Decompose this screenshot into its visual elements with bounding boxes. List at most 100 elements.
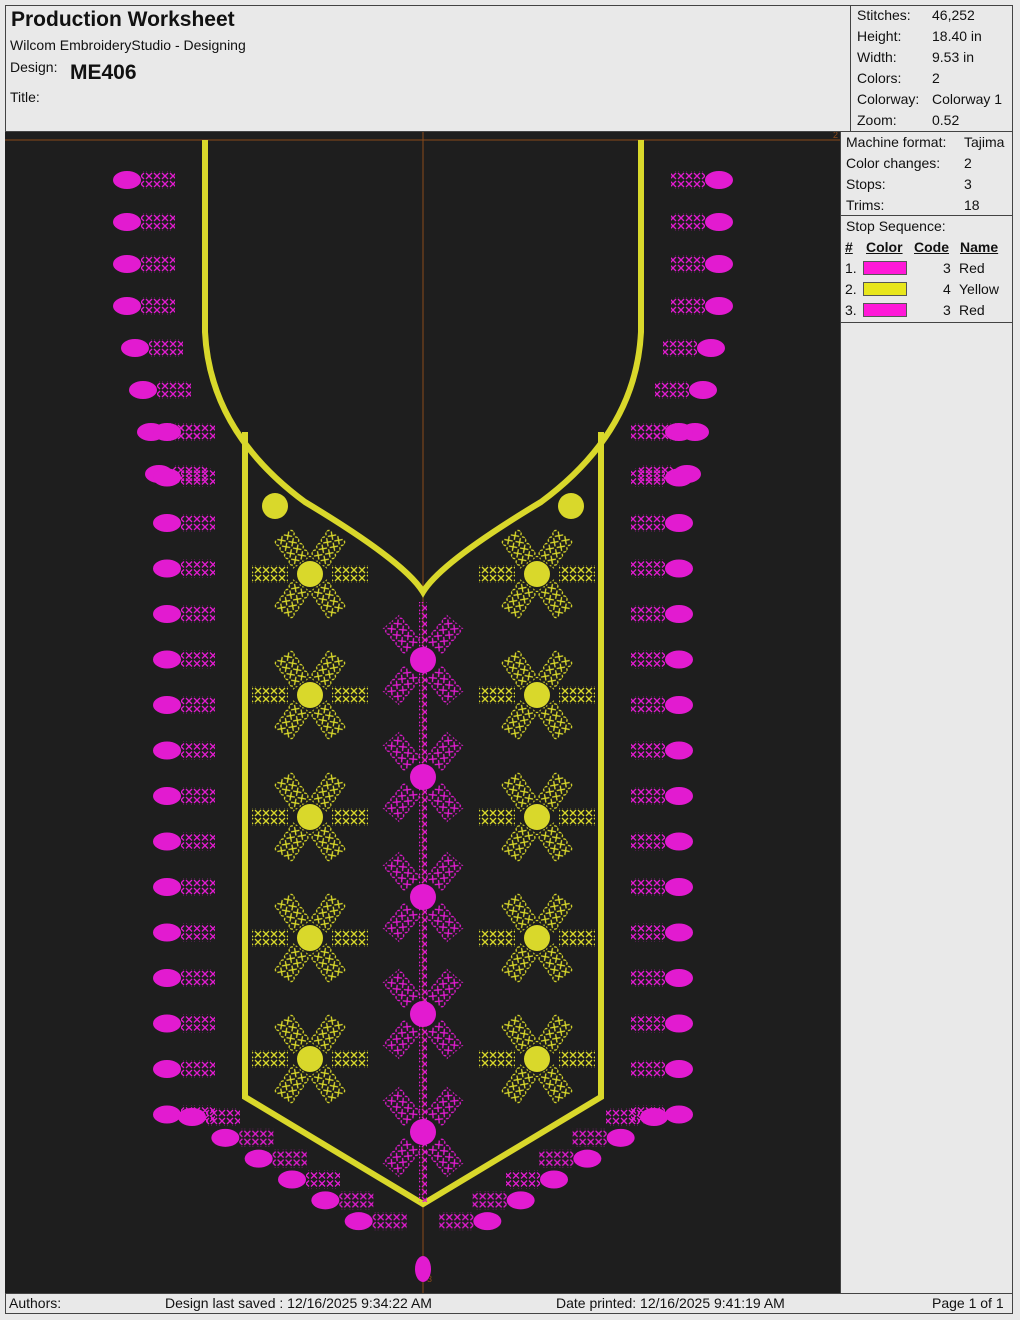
magenta-drop-motif xyxy=(344,1212,407,1231)
magenta-drop-motif xyxy=(572,1128,635,1147)
trims-label: Trims: xyxy=(846,197,885,213)
stops-label: Stops: xyxy=(846,176,886,192)
magenta-drop-motif xyxy=(311,1191,374,1210)
design-name: ME406 xyxy=(70,61,137,84)
machine-format-label: Machine format: xyxy=(846,134,947,150)
magenta-drop-motif xyxy=(631,514,693,532)
magenta-drop-motif xyxy=(631,969,693,987)
magenta-drop-motif xyxy=(153,923,215,942)
machine-format-value: Tajima xyxy=(964,134,1005,150)
magenta-drop-motif xyxy=(671,297,733,315)
yellow-flower-motif xyxy=(479,1013,595,1105)
magenta-drop-motif xyxy=(631,741,693,760)
stop-3-code: 3 xyxy=(943,302,951,318)
magenta-drop-motif xyxy=(113,171,175,189)
embroidery-design-drawing: 2 3 xyxy=(5,132,840,1293)
guide-marker-top: 2 xyxy=(833,132,838,140)
worksheet-header: Production Worksheet Wilcom EmbroiderySt… xyxy=(5,5,851,132)
magenta-drop-motif xyxy=(631,559,693,578)
stop-3-num: 3. xyxy=(845,302,857,318)
magenta-drop-motif xyxy=(153,1014,215,1033)
magenta-drop-motif xyxy=(153,1060,215,1078)
stop-sequence-label: Stop Sequence: xyxy=(846,218,946,234)
magenta-drop-motif xyxy=(153,878,215,896)
yellow-flower-motif xyxy=(479,528,595,620)
stops-value: 3 xyxy=(964,176,972,192)
design-label: Design: xyxy=(10,59,58,75)
stop-1-code: 3 xyxy=(943,260,951,276)
yellow-flower-motif xyxy=(252,771,368,863)
magenta-drop-motif xyxy=(153,559,215,578)
col-header-num: # xyxy=(845,239,853,255)
date-printed: Date printed: 12/16/2025 9:41:19 AM xyxy=(556,1295,785,1311)
magenta-drop-motif xyxy=(631,1060,693,1078)
page-number: Page 1 of 1 xyxy=(932,1295,1004,1311)
magenta-drop-motif xyxy=(113,255,175,273)
magenta-drop-motif xyxy=(539,1149,602,1168)
col-header-name: Name xyxy=(960,239,999,255)
magenta-drop-motif xyxy=(113,297,175,315)
magenta-drop-motif xyxy=(631,832,693,851)
stat-stitches-label: Stitches: xyxy=(857,7,911,23)
magenta-drop-motif xyxy=(631,923,693,942)
magenta-drop-motif xyxy=(153,787,215,805)
yellow-flower-motif xyxy=(252,528,368,620)
magenta-drop-motif xyxy=(153,514,215,532)
color-changes-label: Color changes: xyxy=(846,155,941,171)
magenta-drop-motif xyxy=(153,650,215,669)
yellow-flower-motif xyxy=(479,771,595,863)
col-header-code: Code xyxy=(914,239,949,255)
magenta-drop-motif xyxy=(439,1212,502,1231)
magenta-drop-motif xyxy=(278,1170,340,1189)
magenta-drop-motif xyxy=(178,1108,240,1126)
stat-zoom-label: Zoom: xyxy=(857,112,897,128)
magenta-drop-motif xyxy=(153,423,215,441)
stop-1-num: 1. xyxy=(845,260,857,276)
magenta-drop-motif xyxy=(631,878,693,896)
title-label: Title: xyxy=(10,89,40,105)
yellow-flower-motif xyxy=(479,892,595,984)
magenta-drop-motif xyxy=(472,1191,535,1210)
magenta-drop-motif xyxy=(671,255,733,273)
magenta-drop-motif xyxy=(153,741,215,760)
yellow-flower-motif xyxy=(252,649,368,741)
yellow-flower-motif xyxy=(252,1013,368,1105)
color-changes-value: 2 xyxy=(964,155,972,171)
stat-colors-label: Colors: xyxy=(857,70,902,86)
magenta-drop-motif xyxy=(129,381,191,399)
col-header-color: Color xyxy=(866,239,903,255)
worksheet-title: Production Worksheet xyxy=(11,8,235,31)
magenta-drop-motif xyxy=(671,213,733,231)
magenta-drop-motif xyxy=(671,171,733,189)
stat-width-value: 9.53 in xyxy=(932,49,975,65)
trims-value: 18 xyxy=(964,197,980,213)
magenta-drop-motif xyxy=(244,1149,307,1168)
last-saved: Design last saved : 12/16/2025 9:34:22 A… xyxy=(165,1295,432,1311)
design-stats: Stitches: 46,252 Height: 18.40 in Width:… xyxy=(851,5,1013,132)
stop-2-name: Yellow xyxy=(959,281,999,297)
bottom-tip-drop xyxy=(415,1256,431,1282)
magenta-drop-motif xyxy=(153,969,215,987)
magenta-drop-motif xyxy=(631,423,693,441)
magenta-drop-motif xyxy=(113,213,175,231)
magenta-drop-motif xyxy=(631,605,693,623)
stop-3-color-swatch xyxy=(863,303,907,317)
magenta-drop-motif xyxy=(655,381,717,399)
button-dot-left xyxy=(262,493,288,519)
divider xyxy=(841,322,1013,323)
stop-1-name: Red xyxy=(959,260,985,276)
stat-colorway-value: Colorway 1 xyxy=(932,91,1003,107)
magenta-drop-motif xyxy=(153,696,215,714)
stat-height-label: Height: xyxy=(857,28,902,44)
magenta-drop-motif xyxy=(153,605,215,623)
magenta-drop-motif xyxy=(506,1170,568,1189)
worksheet-footer: Authors: Design last saved : 12/16/2025 … xyxy=(5,1293,1013,1314)
stat-colors-value: 2 xyxy=(932,70,940,86)
yellow-flower-motif xyxy=(252,892,368,984)
magenta-drop-motif xyxy=(211,1128,274,1147)
stop-1-color-swatch xyxy=(863,261,907,275)
stat-zoom-value: 0.52 xyxy=(932,112,960,128)
stop-2-code: 4 xyxy=(943,281,951,297)
stop-2-color-swatch xyxy=(863,282,907,296)
magenta-drop-motif xyxy=(631,650,693,669)
